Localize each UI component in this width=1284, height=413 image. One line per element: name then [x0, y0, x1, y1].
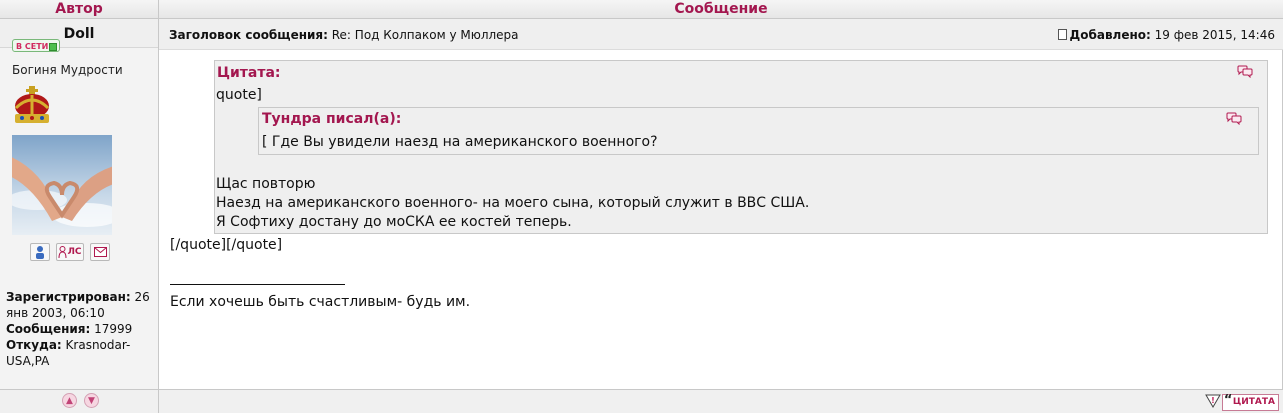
scroll-down-icon[interactable]: ▼: [84, 393, 99, 408]
quote-mark-icon: “: [1223, 393, 1233, 408]
posts-label: Сообщения:: [6, 322, 91, 336]
private-message-button[interactable]: ЛС: [56, 243, 84, 261]
quote-button[interactable]: “ ЦИТАТА: [1221, 393, 1279, 411]
location-label: Откуда:: [6, 338, 62, 352]
post-header: Заголовок сообщения: Re: Под Колпаком у …: [159, 19, 1283, 50]
post-date: Добавлено: 19 фев 2015, 14:46: [1057, 19, 1275, 51]
outer-quote: Цитата: quote] Тундра писал(а): [ Где Вы…: [214, 60, 1268, 234]
after-quote-text: [/quote][/quote]: [170, 237, 283, 253]
report-symbol: !: [1211, 396, 1215, 405]
scroll-up-icon[interactable]: ▲: [62, 393, 77, 408]
pm-label: ЛС: [67, 247, 82, 257]
report-icon[interactable]: !: [1205, 394, 1221, 408]
outer-quote-title: Цитата:: [217, 65, 281, 81]
subject-label: Заголовок сообщения:: [169, 28, 328, 42]
added-date: 19 фев 2015, 14:46: [1154, 28, 1275, 42]
online-status-icon: [49, 43, 57, 51]
post-count: 17999: [94, 322, 133, 336]
signature: Если хочешь быть счастливым- будь им.: [170, 294, 471, 310]
signature-divider: [170, 284, 345, 285]
author-footer: ▲ ▼: [0, 389, 159, 413]
inner-quote-text: [ Где Вы увидели наезд на американского …: [262, 134, 658, 150]
outer-quote-line: Я Софтиху достану до моСКА ее костей теп…: [216, 214, 572, 230]
outer-quote-first-line: quote]: [216, 87, 262, 103]
added-label: Добавлено:: [1069, 28, 1151, 42]
post-footer: ! “ ЦИТАТА: [159, 389, 1283, 413]
user-icon: [58, 246, 67, 258]
post-link-icon[interactable]: [1057, 29, 1067, 40]
inner-quote: Тундра писал(а): [ Где Вы увидели наезд …: [258, 107, 1259, 155]
online-badge-label: В СЕТИ: [16, 42, 49, 51]
online-badge: В СЕТИ: [12, 39, 60, 52]
outer-quote-line: Наезд на американского военного- на моег…: [216, 195, 810, 211]
message-column-header: Сообщение: [159, 0, 1283, 19]
profile-icon[interactable]: [30, 243, 50, 261]
author-rank: Богиня Мудрости: [12, 63, 123, 77]
post-subject: Заголовок сообщения: Re: Под Колпаком у …: [169, 19, 519, 51]
quote-bubble-icon[interactable]: [1237, 65, 1253, 78]
email-icon[interactable]: [90, 243, 110, 261]
outer-quote-line: Щас повторю: [216, 176, 316, 192]
author-action-icons: ЛС: [30, 243, 110, 261]
author-column-header: Автор: [0, 0, 159, 19]
quote-bubble-icon[interactable]: [1226, 112, 1242, 125]
rank-crown-icon: [14, 86, 50, 123]
author-avatar[interactable]: [12, 135, 112, 235]
quote-button-label: ЦИТАТА: [1232, 397, 1275, 407]
author-profile-info: Зарегистрирован: 26 янв 2003, 06:10 Сооб…: [6, 289, 156, 369]
registered-label: Зарегистрирован:: [6, 290, 131, 304]
inner-quote-title: Тундра писал(а):: [262, 111, 402, 127]
subject-text: Re: Под Колпаком у Мюллера: [331, 28, 519, 42]
